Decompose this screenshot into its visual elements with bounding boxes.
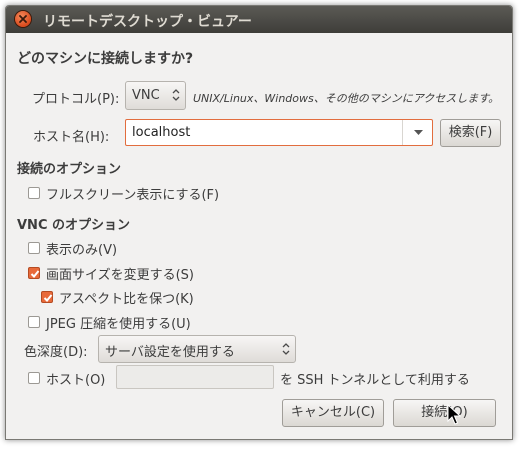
depth-select[interactable]: サーバ設定を使用する [98,335,296,363]
protocol-label: プロトコル(P): [32,92,120,107]
depth-label: 色深度(D): [24,345,88,360]
connection-options-heading: 接続のオプション [17,162,122,177]
scaling-checkbox[interactable] [28,267,40,279]
dialog-body: どのマシンに接続しますか? プロトコル(P): VNC UNIX/Linux、W… [6,33,512,439]
keep-aspect-checkbox[interactable] [41,291,53,303]
window-title: リモートデスクトップ・ビュアー [43,14,252,30]
cancel-button[interactable]: キャンセル(C) [282,399,384,427]
fullscreen-label[interactable]: フルスクリーン表示にする(F) [46,184,219,203]
view-only-checkbox[interactable] [28,242,40,254]
ssh-checkbox[interactable] [28,372,40,384]
jpeg-checkbox[interactable] [28,316,40,328]
view-only-label[interactable]: 表示のみ(V) [46,239,117,258]
depth-value: サーバ設定を使用する [105,345,235,360]
host-combo-entry[interactable]: localhost [125,119,433,146]
check-icon [43,294,53,302]
close-icon [19,15,27,23]
find-button[interactable]: 検索(F) [440,119,501,147]
dialog-heading: どのマシンに接続しますか? [17,51,194,67]
jpeg-label[interactable]: JPEG 圧縮を使用する(U) [46,313,191,332]
title-bar[interactable]: リモートデスクトップ・ビュアー [6,6,512,33]
keep-aspect-label[interactable]: アスペクト比を保つ(K) [59,288,194,307]
mouse-cursor-icon [447,404,461,425]
ssh-host-label[interactable]: ホスト(O) [46,369,105,388]
host-label: ホスト名(H): [33,130,110,145]
protocol-description: UNIX/Linux、Windows、その他のマシンにアクセスします。 [193,92,500,105]
dropdown-arrow-icon[interactable] [414,129,423,136]
connect-button[interactable]: 接続(O) [393,399,496,427]
updown-arrow-icon [282,343,290,355]
fullscreen-checkbox[interactable] [28,187,40,199]
ssh-host-input[interactable] [116,365,274,389]
protocol-select[interactable]: VNC [125,81,186,110]
host-input[interactable]: localhost [132,125,190,140]
remote-desktop-dialog: リモートデスクトップ・ビュアー どのマシンに接続しますか? プロトコル(P): … [5,5,513,440]
protocol-value: VNC [132,88,160,103]
vnc-options-heading: VNC のオプション [17,218,131,233]
scaling-label[interactable]: 画面サイズを変更する(S) [46,264,194,283]
updown-arrow-icon [172,89,180,101]
combo-divider [402,120,403,145]
close-button[interactable] [15,11,31,27]
ssh-suffix-label: を SSH トンネルとして利用する [280,373,470,388]
check-icon [30,270,40,278]
